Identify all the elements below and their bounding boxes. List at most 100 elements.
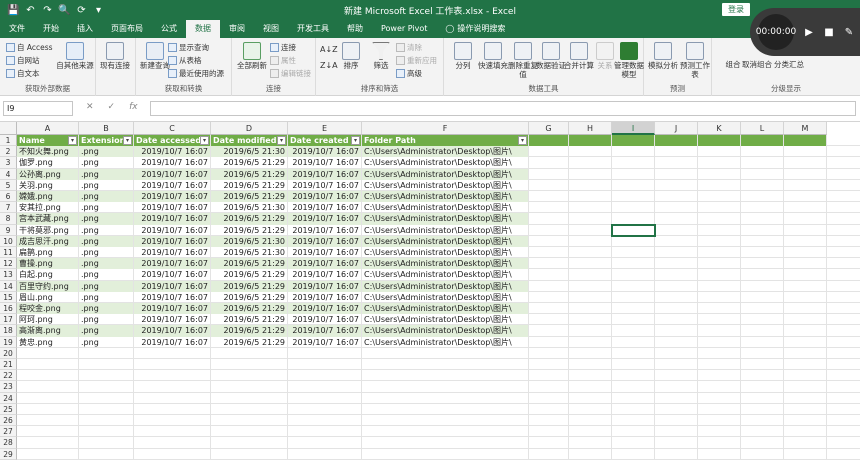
empty-cell[interactable] xyxy=(741,448,784,460)
table-cell[interactable]: .png xyxy=(79,280,134,292)
table-cell[interactable]: 2019/10/7 16:07 xyxy=(288,280,362,292)
table-cell[interactable]: 2019/10/7 16:07 xyxy=(288,291,362,303)
empty-cell[interactable] xyxy=(655,135,698,147)
table-cell[interactable]: 2019/10/7 16:07 xyxy=(134,336,211,348)
new-query-button[interactable]: 新建查询 xyxy=(140,42,170,70)
empty-cell[interactable] xyxy=(529,347,569,359)
empty-cell[interactable] xyxy=(612,392,655,404)
stop-icon[interactable]: ■ xyxy=(824,27,834,38)
from-text-button[interactable]: 自文本 xyxy=(6,68,40,79)
empty-cell[interactable] xyxy=(529,179,569,191)
filter-dropdown-icon[interactable]: ▾ xyxy=(200,136,209,145)
table-cell[interactable]: 2019/6/5 21:29 xyxy=(211,303,288,315)
select-all-corner[interactable] xyxy=(0,122,17,135)
empty-cell[interactable] xyxy=(134,448,211,460)
empty-cell[interactable] xyxy=(211,437,288,449)
table-cell[interactable]: 2019/6/5 21:29 xyxy=(211,213,288,225)
empty-cell[interactable] xyxy=(784,224,827,236)
save-icon[interactable]: 💾 xyxy=(6,3,21,18)
empty-cell[interactable] xyxy=(211,426,288,438)
insert-function-icon[interactable]: fx xyxy=(129,102,138,112)
empty-cell[interactable] xyxy=(288,359,362,371)
table-cell[interactable]: 嫦娥.png xyxy=(17,191,79,203)
empty-cell[interactable] xyxy=(79,359,134,371)
table-cell[interactable]: C:\Users\Administrator\Desktop\图片\ xyxy=(362,336,529,348)
row-header[interactable]: 3 xyxy=(0,157,17,169)
tab-10[interactable]: Power Pivot xyxy=(372,20,436,38)
row-header[interactable]: 7 xyxy=(0,202,17,214)
row-header[interactable]: 14 xyxy=(0,280,17,292)
table-cell[interactable]: 白起.png xyxy=(17,269,79,281)
empty-cell[interactable] xyxy=(784,448,827,460)
empty-cell[interactable] xyxy=(529,269,569,281)
table-cell[interactable]: 2019/10/7 16:07 xyxy=(288,168,362,180)
table-cell[interactable]: C:\Users\Administrator\Desktop\图片\ xyxy=(362,291,529,303)
flash-fill-button[interactable]: 快速填充 xyxy=(476,42,510,70)
empty-cell[interactable] xyxy=(529,359,569,371)
table-cell[interactable]: .png xyxy=(79,224,134,236)
empty-cell[interactable] xyxy=(784,202,827,214)
empty-cell[interactable] xyxy=(741,280,784,292)
sort-button[interactable]: 排序 xyxy=(336,42,366,70)
empty-cell[interactable] xyxy=(288,437,362,449)
table-cell[interactable]: 2019/6/5 21:29 xyxy=(211,157,288,169)
empty-cell[interactable] xyxy=(569,291,612,303)
refresh-all-button[interactable]: 全部刷新 xyxy=(235,42,269,70)
empty-cell[interactable] xyxy=(134,392,211,404)
table-cell[interactable]: 2019/10/7 16:07 xyxy=(288,224,362,236)
column-header-D[interactable]: D xyxy=(211,122,288,135)
empty-cell[interactable] xyxy=(17,403,79,415)
row-header[interactable]: 11 xyxy=(0,247,17,259)
table-cell[interactable]: .png xyxy=(79,336,134,348)
column-header-H[interactable]: H xyxy=(569,122,612,135)
empty-cell[interactable] xyxy=(612,336,655,348)
empty-cell[interactable] xyxy=(362,403,529,415)
empty-cell[interactable] xyxy=(784,325,827,337)
empty-cell[interactable] xyxy=(569,235,612,247)
empty-cell[interactable] xyxy=(362,392,529,404)
empty-cell[interactable] xyxy=(612,247,655,259)
table-cell[interactable]: 2019/10/7 16:07 xyxy=(288,269,362,281)
column-header-A[interactable]: A xyxy=(17,122,79,135)
empty-cell[interactable] xyxy=(784,381,827,393)
table-cell[interactable]: 公孙离.png xyxy=(17,168,79,180)
row-header[interactable]: 17 xyxy=(0,314,17,326)
empty-cell[interactable] xyxy=(529,146,569,158)
table-cell[interactable]: 2019/10/7 16:07 xyxy=(288,146,362,158)
table-cell[interactable]: 2019/10/7 16:07 xyxy=(134,235,211,247)
table-cell[interactable]: C:\Users\Administrator\Desktop\图片\ xyxy=(362,191,529,203)
empty-cell[interactable] xyxy=(698,437,741,449)
empty-cell[interactable] xyxy=(612,291,655,303)
empty-cell[interactable] xyxy=(612,191,655,203)
row-header[interactable]: 12 xyxy=(0,258,17,270)
empty-cell[interactable] xyxy=(362,347,529,359)
empty-cell[interactable] xyxy=(134,426,211,438)
remove-duplicates-button[interactable]: 删除重复值 xyxy=(508,42,538,79)
empty-cell[interactable] xyxy=(529,370,569,382)
empty-cell[interactable] xyxy=(741,415,784,427)
empty-cell[interactable] xyxy=(741,269,784,281)
empty-cell[interactable] xyxy=(741,168,784,180)
table-cell[interactable]: 2019/6/5 21:30 xyxy=(211,202,288,214)
empty-cell[interactable] xyxy=(698,426,741,438)
table-cell[interactable]: .png xyxy=(79,258,134,270)
table-cell[interactable]: 2019/10/7 16:07 xyxy=(288,157,362,169)
empty-cell[interactable] xyxy=(655,359,698,371)
empty-cell[interactable] xyxy=(741,213,784,225)
empty-cell[interactable] xyxy=(612,202,655,214)
empty-cell[interactable] xyxy=(569,347,612,359)
recent-sources-button[interactable]: 最近使用的源 xyxy=(168,68,224,79)
empty-cell[interactable] xyxy=(569,370,612,382)
empty-cell[interactable] xyxy=(655,247,698,259)
empty-cell[interactable] xyxy=(698,247,741,259)
table-cell[interactable]: 2019/10/7 16:07 xyxy=(288,213,362,225)
empty-cell[interactable] xyxy=(655,280,698,292)
empty-cell[interactable] xyxy=(569,224,612,236)
empty-cell[interactable] xyxy=(569,426,612,438)
table-cell[interactable]: 2019/6/5 21:29 xyxy=(211,258,288,270)
row-header[interactable]: 28 xyxy=(0,437,17,449)
table-cell[interactable]: 2019/6/5 21:29 xyxy=(211,314,288,326)
empty-cell[interactable] xyxy=(529,157,569,169)
table-header-cell[interactable]: Date accessed ▾ xyxy=(134,135,211,147)
table-cell[interactable]: 2019/10/7 16:07 xyxy=(288,179,362,191)
